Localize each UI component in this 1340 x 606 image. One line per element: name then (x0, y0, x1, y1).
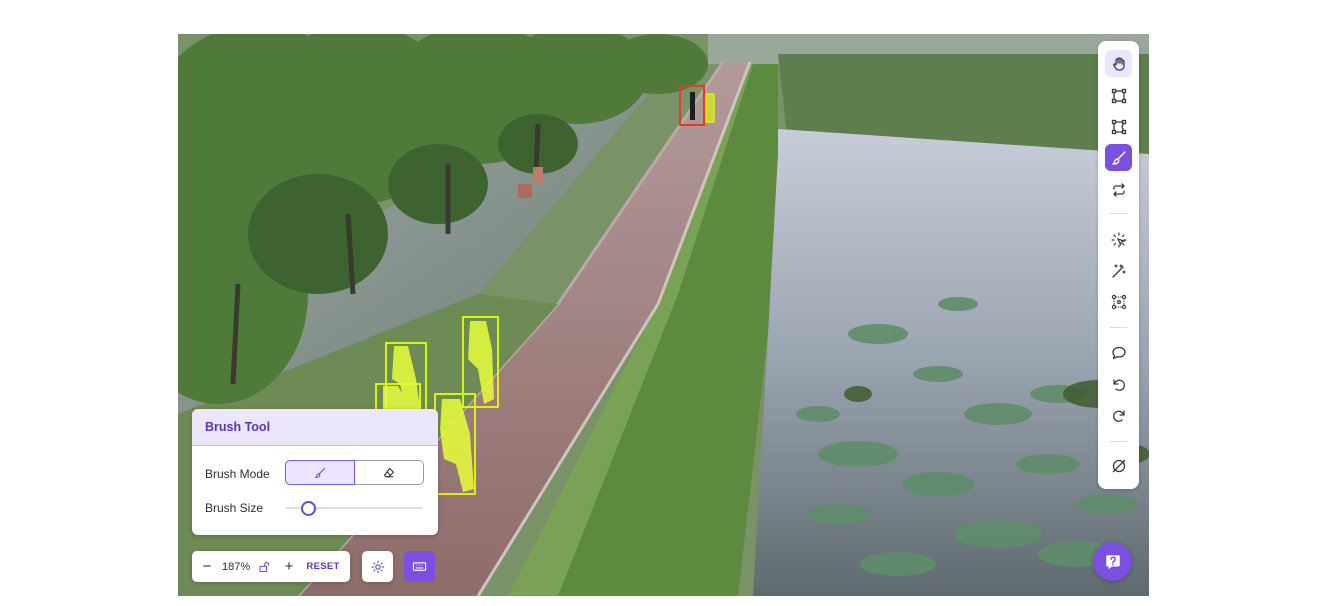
brush-mode-toggle (285, 460, 424, 485)
comment-icon (1111, 346, 1126, 359)
magic-wand-tool-button[interactable] (1105, 257, 1132, 284)
brush-icon (1111, 150, 1126, 165)
swap-icon (1112, 182, 1125, 197)
redo-button[interactable] (1105, 402, 1132, 429)
help-chat-icon (1105, 554, 1120, 569)
toolbar-divider (1110, 441, 1127, 442)
eraser-icon (383, 467, 395, 477)
unlock-icon (259, 561, 270, 572)
help-chat-button[interactable] (1093, 542, 1132, 581)
brush-icon (314, 467, 326, 478)
brush-panel-title: Brush Tool (192, 409, 438, 446)
polygon-tool-button[interactable] (1105, 113, 1132, 140)
comment-tool-button[interactable] (1105, 339, 1132, 366)
zoom-level: 187% (222, 560, 251, 573)
brush-mode-paint-button[interactable] (285, 460, 355, 485)
keypoint-icon (1111, 294, 1126, 309)
undo-icon (1112, 378, 1125, 391)
toolbar-divider (1110, 213, 1127, 214)
keyboard-shortcuts-button[interactable] (404, 551, 435, 582)
zoom-in-button[interactable]: + (276, 558, 302, 575)
brush-mode-erase-button[interactable] (355, 460, 424, 485)
brightness-icon (371, 560, 384, 573)
polygon-icon (1111, 119, 1126, 134)
redo-icon (1112, 409, 1125, 422)
brush-size-slider-thumb[interactable] (300, 501, 316, 516)
hand-tool-button[interactable] (1105, 50, 1132, 77)
bounding-box-icon (1111, 88, 1126, 103)
clear-icon (1112, 459, 1125, 472)
brush-mode-label: Brush Mode (205, 467, 270, 481)
bounding-box-tool-button[interactable] (1105, 82, 1132, 109)
smart-select-icon (1110, 231, 1127, 248)
magic-wand-icon (1111, 263, 1126, 278)
brush-size-label: Brush Size (205, 501, 264, 515)
brush-tool-button[interactable] (1105, 144, 1132, 171)
brush-tool-panel: Brush Tool Brush Mode Brush Size (192, 409, 438, 535)
zoom-control: − 187% + RESET (192, 551, 350, 582)
minus-icon: − (202, 558, 212, 575)
plus-icon: + (284, 558, 294, 575)
zoom-out-button[interactable]: − (192, 558, 222, 575)
swap-tool-button[interactable] (1105, 176, 1132, 203)
smart-select-tool-button[interactable] (1105, 226, 1132, 253)
undo-button[interactable] (1105, 371, 1132, 398)
keypoint-tool-button[interactable] (1105, 288, 1132, 315)
toolbar-divider (1110, 327, 1127, 328)
zoom-reset-button[interactable]: RESET (302, 561, 344, 572)
clear-button[interactable] (1105, 452, 1132, 479)
annotation-toolbar (1098, 41, 1139, 489)
keyboard-icon (412, 562, 427, 571)
zoom-lock-button[interactable] (252, 561, 276, 573)
brightness-button[interactable] (362, 551, 393, 582)
hand-icon (1112, 56, 1125, 71)
